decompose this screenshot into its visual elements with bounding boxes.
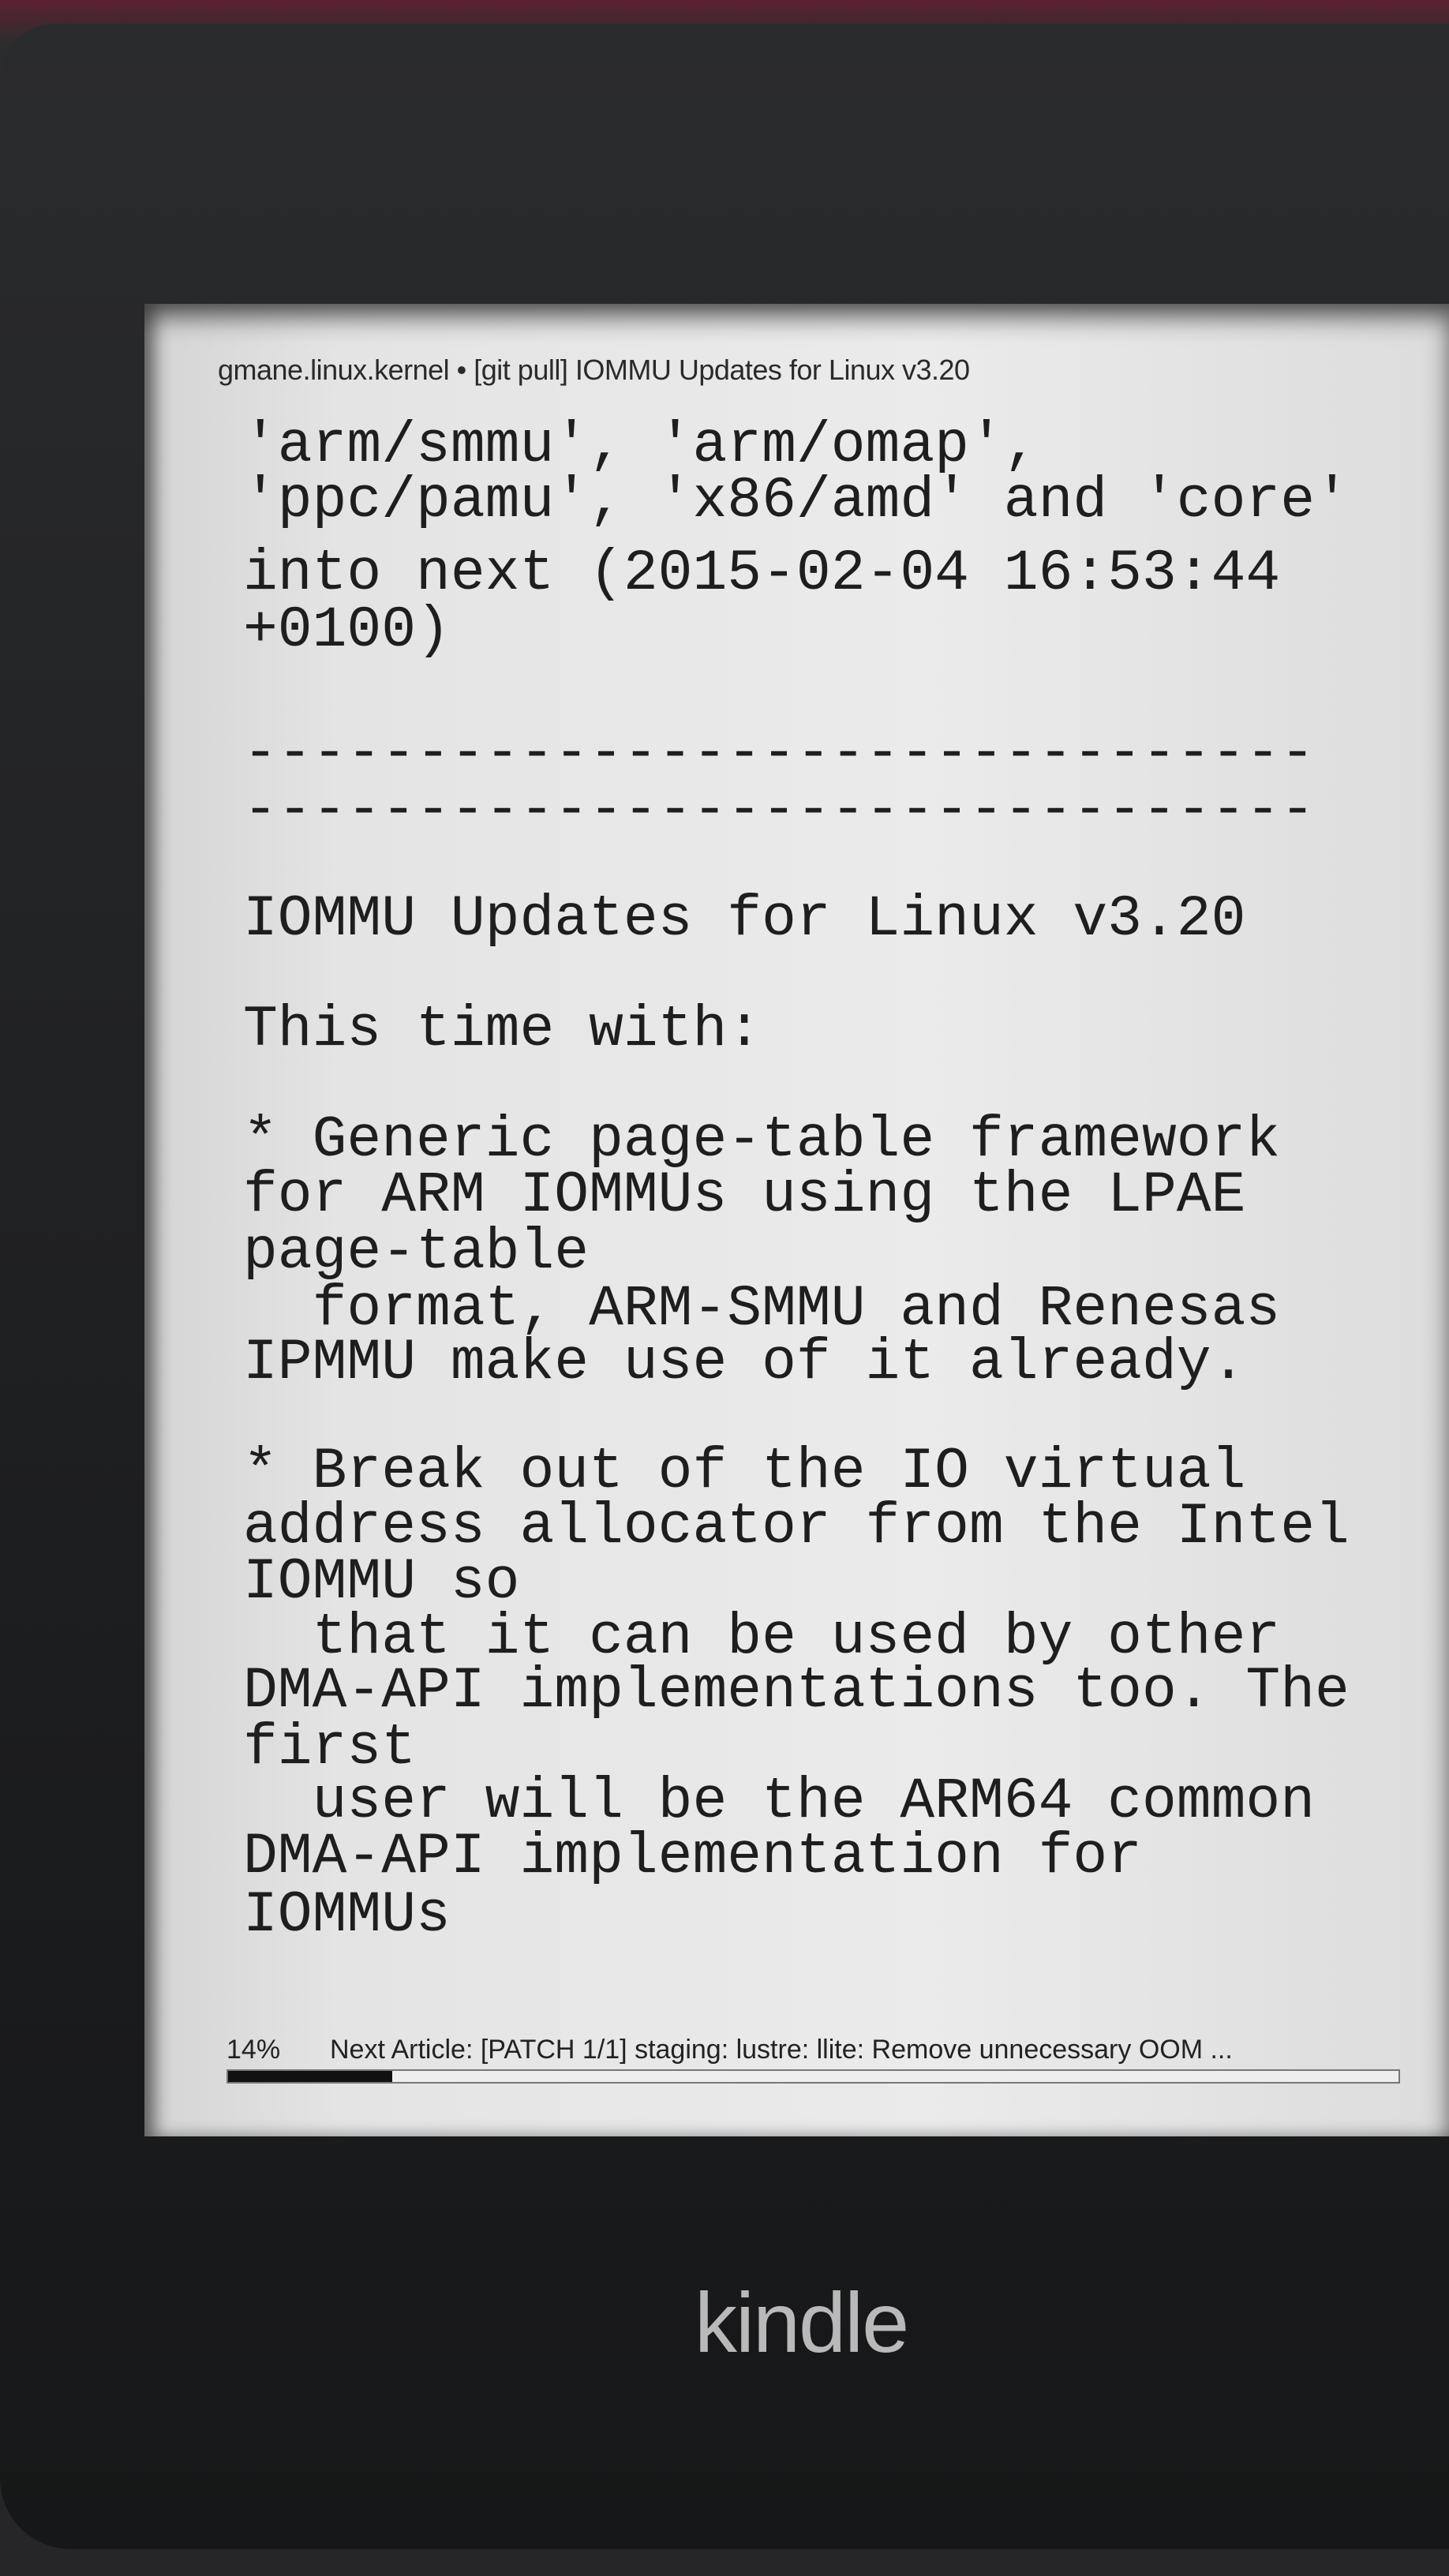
article-header: gmane.linux.kernel • [git pull] IOMMU Up…	[218, 354, 970, 386]
article-line: user will be the ARM64 common	[243, 1769, 1316, 1834]
article-line: 'arm/smmu', 'arm/omap',	[243, 413, 1039, 478]
progress-percent: 14%	[227, 2035, 281, 2065]
article-line: address allocator from the Intel	[243, 1494, 1350, 1559]
article-line: -------------------------------	[243, 777, 1316, 843]
article-line: DMA-API implementations too. The	[243, 1658, 1350, 1724]
kindle-logo: kindle	[695, 2275, 909, 2370]
reading-progress-fill	[228, 2071, 392, 2082]
reading-progress-bar[interactable]	[227, 2069, 1400, 2084]
next-article-link[interactable]: Next Article: [PATCH 1/1] staging: lustr…	[330, 2035, 1233, 2065]
article-line: IOMMU Updates for Linux v3.20	[243, 886, 1246, 952]
article-line: for ARM IOMMUs using the LPAE	[243, 1163, 1246, 1228]
article-line: page-table	[243, 1219, 590, 1285]
article-line: into next (2015-02-04 16:53:44	[243, 541, 1281, 606]
article-line: This time with:	[243, 997, 762, 1062]
article-line: 'ppc/pamu', 'x86/amd' and 'core'	[243, 468, 1350, 534]
article-line: IOMMUs	[243, 1882, 451, 1948]
article-line: +0100)	[243, 597, 451, 663]
article-line: * Generic page-table framework	[243, 1107, 1281, 1173]
article-line: IPMMU make use of it already.	[243, 1330, 1246, 1395]
article-line: IOMMU so	[243, 1549, 520, 1615]
article-line: DMA-API implementation for	[243, 1824, 1142, 1889]
article-line: -------------------------------	[243, 721, 1316, 786]
article-line: * Break out of the IO virtual	[243, 1439, 1246, 1504]
